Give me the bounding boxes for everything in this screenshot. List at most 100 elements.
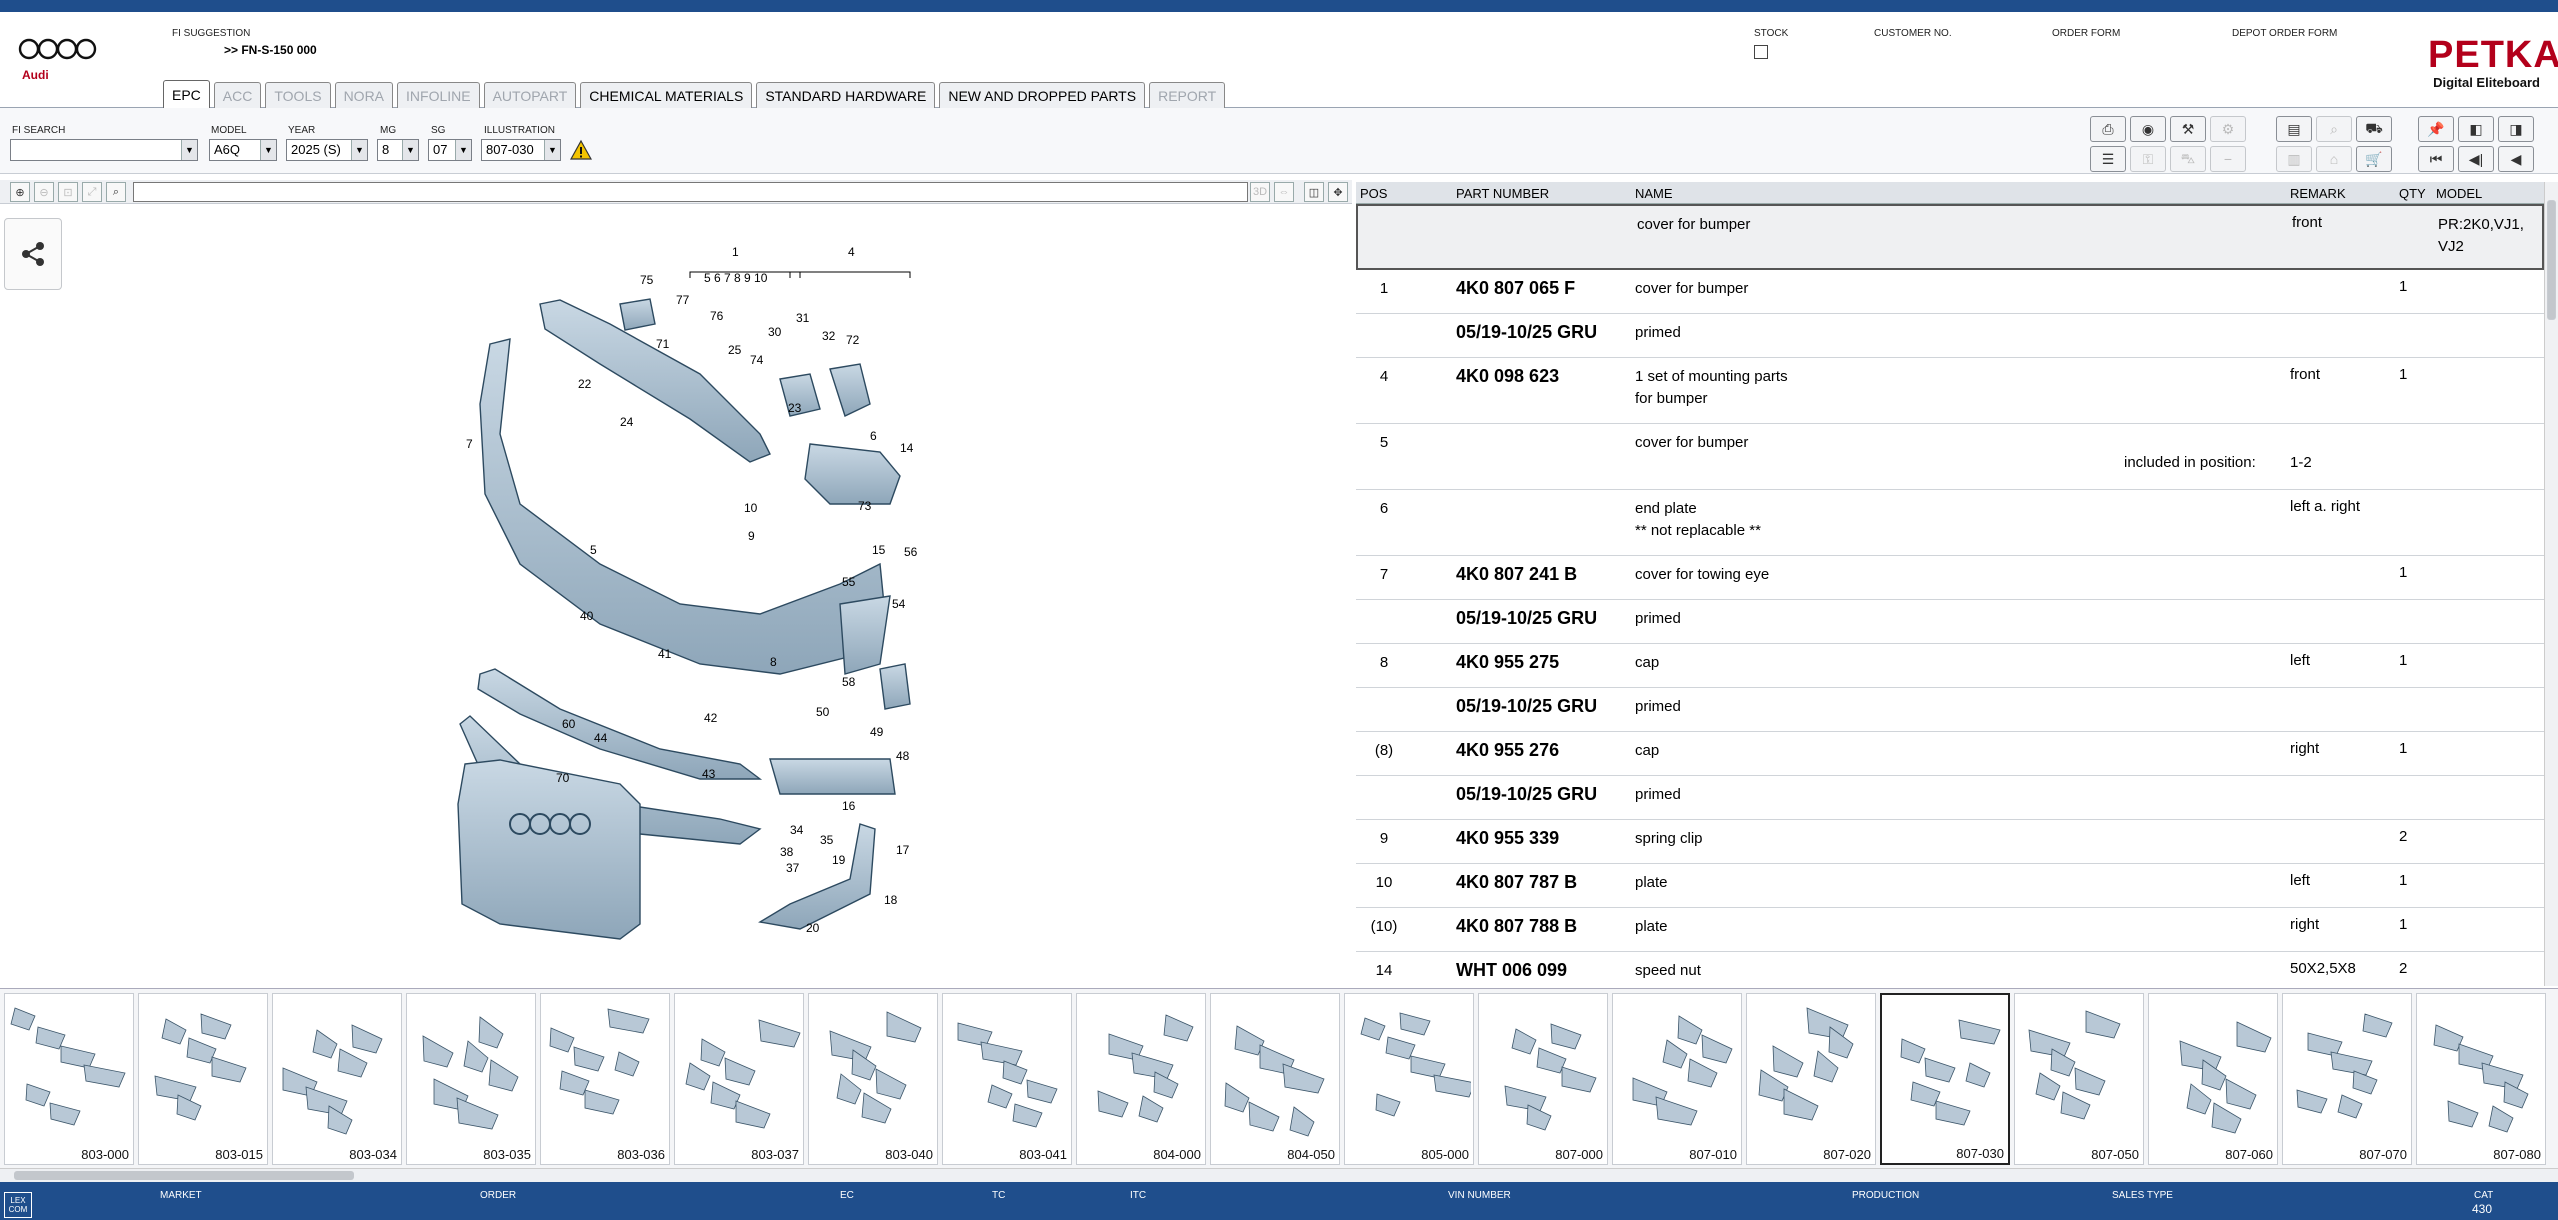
- split-view-icon[interactable]: ⇔: [1274, 182, 1294, 202]
- thumbnail-804-050[interactable]: 804-050: [1210, 993, 1340, 1165]
- callout-10[interactable]: 10: [744, 501, 758, 515]
- elsa-button[interactable]: ▤: [2276, 116, 2312, 142]
- table-row[interactable]: 7 4K0 807 241 B cover for towing eye 1: [1356, 556, 2544, 600]
- callout-8[interactable]: 8: [770, 655, 777, 669]
- table-row[interactable]: 5 cover for bumper included in position: 1-…: [1356, 424, 2544, 490]
- tab-acc[interactable]: ACC: [213, 82, 262, 108]
- callout-56[interactable]: 56: [904, 545, 918, 559]
- callout-6[interactable]: 6: [870, 429, 877, 443]
- callout-70[interactable]: 70: [556, 771, 570, 785]
- callout-55[interactable]: 55: [842, 575, 856, 589]
- tab-standard-hardware[interactable]: STANDARD HARDWARE: [756, 82, 936, 108]
- thumbnail-803-035[interactable]: 803-035: [406, 993, 536, 1165]
- cart-add-button[interactable]: ⛟: [2356, 116, 2392, 142]
- callout-38[interactable]: 38: [780, 845, 794, 859]
- callout-54[interactable]: 54: [892, 597, 906, 611]
- callout-40[interactable]: 40: [580, 609, 594, 623]
- magnifier-icon[interactable]: ⌕: [106, 182, 126, 202]
- car-button[interactable]: ⛍: [2170, 146, 2206, 172]
- 3d-icon[interactable]: 3D: [1250, 182, 1270, 202]
- stock-checkbox[interactable]: [1754, 45, 1768, 59]
- row-part-number[interactable]: 4K0 955 339: [1456, 828, 1559, 849]
- thumbnail-803-015[interactable]: 803-015: [138, 993, 268, 1165]
- table-row[interactable]: 10 4K0 807 787 B plate left 1: [1356, 864, 2544, 908]
- row-part-number[interactable]: 05/19-10/25 GRU: [1456, 784, 1597, 805]
- table-row[interactable]: (10) 4K0 807 788 B plate right 1: [1356, 908, 2544, 952]
- tab-infoline[interactable]: INFOLINE: [397, 82, 480, 108]
- callout-24[interactable]: 24: [620, 415, 634, 429]
- callout-42[interactable]: 42: [704, 711, 718, 725]
- callout-71[interactable]: 71: [656, 337, 670, 351]
- year-select[interactable]: 2025 (S) ▼: [286, 139, 368, 161]
- callout-20[interactable]: 20: [806, 921, 820, 935]
- callout-37[interactable]: 37: [786, 861, 800, 875]
- share-icon[interactable]: [4, 218, 62, 290]
- callout-48[interactable]: 48: [896, 749, 910, 763]
- callout-49[interactable]: 49: [870, 725, 884, 739]
- row-part-number[interactable]: 4K0 807 788 B: [1456, 916, 1577, 937]
- callout-60[interactable]: 60: [562, 717, 576, 731]
- table-row[interactable]: cover for bumper front PR:2K0,VJ1, VJ2: [1356, 204, 2544, 270]
- row-part-number[interactable]: 4K0 807 787 B: [1456, 872, 1577, 893]
- book-next-button[interactable]: ◨: [2498, 116, 2534, 142]
- thumbnail-803-040[interactable]: 803-040: [808, 993, 938, 1165]
- callout-74[interactable]: 74: [750, 353, 764, 367]
- pin-icon[interactable]: 📌: [2418, 116, 2454, 142]
- list-button[interactable]: ☰: [2090, 146, 2126, 172]
- tab-autopart[interactable]: AUTOPART: [483, 82, 577, 108]
- table-row[interactable]: 14 WHT 006 099 speed nut 50X2,5X8 2: [1356, 952, 2544, 986]
- row-part-number[interactable]: 4K0 955 275: [1456, 652, 1559, 673]
- thumbnail-807-030[interactable]: 807-030: [1880, 993, 2010, 1165]
- table-row[interactable]: 8 4K0 955 275 cap left 1: [1356, 644, 2544, 688]
- fi-suggestion-value[interactable]: >> FN-S-150 000: [224, 43, 317, 57]
- warning-icon[interactable]: [570, 139, 592, 161]
- thumbnail-807-020[interactable]: 807-020: [1746, 993, 1876, 1165]
- tab-epc[interactable]: EPC: [163, 80, 210, 108]
- parts-scrollbar[interactable]: [2544, 182, 2558, 986]
- table-row[interactable]: 6 end plate ** not replacable ** left a. r…: [1356, 490, 2544, 556]
- col-pos[interactable]: POS: [1360, 186, 1387, 201]
- back-button[interactable]: ◀: [2498, 146, 2534, 172]
- zoom-out-icon[interactable]: ⊖: [34, 182, 54, 202]
- zoom-reset-icon[interactable]: ⤢: [82, 182, 102, 202]
- callout-1[interactable]: 1: [732, 245, 739, 259]
- image-search-field[interactable]: [133, 182, 1248, 202]
- callout-58[interactable]: 58: [842, 675, 856, 689]
- thumbnail-807-010[interactable]: 807-010: [1612, 993, 1742, 1165]
- callout-23[interactable]: 23: [788, 401, 802, 415]
- cart-button[interactable]: 🛒: [2356, 146, 2392, 172]
- model-select[interactable]: A6Q ▼: [209, 139, 277, 161]
- search-button[interactable]: ⌕: [2316, 116, 2352, 142]
- row-part-number[interactable]: 4K0 807 241 B: [1456, 564, 1577, 585]
- tab-chemical-materials[interactable]: CHEMICAL MATERIALS: [580, 82, 753, 108]
- thumbnail-803-037[interactable]: 803-037: [674, 993, 804, 1165]
- tab-report[interactable]: REPORT: [1149, 82, 1226, 108]
- service-button[interactable]: ◉: [2130, 116, 2166, 142]
- table-row[interactable]: 1 4K0 807 065 F cover for bumper 1: [1356, 270, 2544, 314]
- col-name[interactable]: NAME: [1635, 186, 1673, 201]
- callout-32[interactable]: 32: [822, 329, 836, 343]
- callout-22[interactable]: 22: [578, 377, 592, 391]
- print-button[interactable]: ⎙: [2090, 116, 2126, 142]
- table-row[interactable]: 05/19-10/25 GRU primed: [1356, 314, 2544, 358]
- layout-icon[interactable]: ◫: [1304, 182, 1324, 202]
- tab-tools[interactable]: TOOLS: [265, 82, 331, 108]
- book-prev-button[interactable]: ◧: [2458, 116, 2494, 142]
- table-row[interactable]: 05/19-10/25 GRU primed: [1356, 776, 2544, 820]
- tab-new-and-dropped-parts[interactable]: NEW AND DROPPED PARTS: [939, 82, 1146, 108]
- scroll-thumb[interactable]: [14, 1171, 354, 1180]
- callout-7[interactable]: 7: [466, 437, 473, 451]
- thumbnail-scrollbar[interactable]: [0, 1168, 2558, 1182]
- table-row[interactable]: 9 4K0 955 339 spring clip 2: [1356, 820, 2544, 864]
- thumbnail-807-080[interactable]: 807-080: [2416, 993, 2546, 1165]
- callout-34[interactable]: 34: [790, 823, 804, 837]
- thumbnail-803-041[interactable]: 803-041: [942, 993, 1072, 1165]
- callout-5[interactable]: 5: [590, 543, 597, 557]
- callout-75[interactable]: 75: [640, 273, 654, 287]
- thumbnail-803-036[interactable]: 803-036: [540, 993, 670, 1165]
- illustration-select[interactable]: 807-030 ▼: [481, 139, 561, 161]
- table-row[interactable]: 4 4K0 098 623 1 set of mounting parts for …: [1356, 358, 2544, 424]
- row-part-number[interactable]: 05/19-10/25 GRU: [1456, 608, 1597, 629]
- house-button[interactable]: ⌂: [2316, 146, 2352, 172]
- table-row[interactable]: 05/19-10/25 GRU primed: [1356, 600, 2544, 644]
